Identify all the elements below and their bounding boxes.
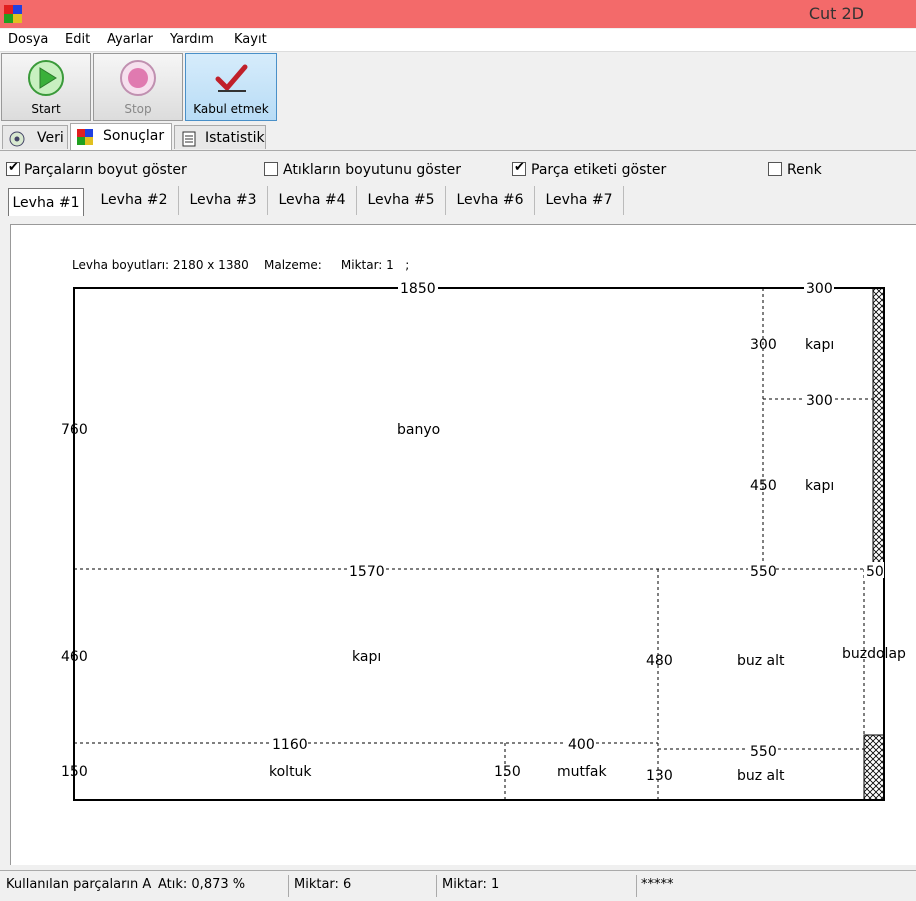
cut-lines [74, 288, 884, 800]
status-bar: Kullanılan parçaların A Atık: 0,873 % Mi… [0, 870, 916, 901]
dim-label: 150 [61, 764, 88, 780]
status-divider [636, 875, 637, 897]
part-label: kapı [805, 478, 834, 494]
dim-label: 1850 [400, 281, 436, 297]
part-label: kapı [805, 337, 834, 353]
part-label: kapı [352, 649, 381, 665]
dim-label: 300 [750, 337, 777, 353]
dim-label: 300 [806, 281, 833, 297]
dimension-labels: 1850 300 300 300 760 450 1570 550 50 460… [61, 280, 884, 784]
status-divider [436, 875, 437, 897]
dim-label: 760 [61, 422, 88, 438]
sheet-outline [73, 287, 885, 801]
dim-label: 1570 [349, 564, 385, 580]
dim-label: 130 [646, 768, 673, 784]
part-label: mutfak [557, 764, 608, 780]
dim-label: 460 [61, 649, 88, 665]
dim-label: 400 [568, 737, 595, 753]
part-label: banyo [397, 422, 440, 438]
dim-label: 550 [750, 564, 777, 580]
dim-label: 1160 [272, 737, 308, 753]
waste-strip-top [872, 287, 885, 569]
dim-label: 300 [806, 393, 833, 409]
dim-label: 50 [866, 564, 884, 580]
waste-strip-bottom [863, 734, 885, 801]
dim-label: 450 [750, 478, 777, 494]
status-stars: ***** [641, 877, 674, 892]
dim-label: 480 [646, 653, 673, 669]
cutting-layout: 1850 300 300 300 760 450 1570 550 50 460… [61, 280, 906, 801]
status-divider [288, 875, 289, 897]
part-label: buz alt [737, 653, 785, 669]
status-used-parts: Kullanılan parçaların A [6, 877, 152, 892]
status-quantity-parts: Miktar: 6 [294, 877, 352, 892]
part-label: koltuk [269, 764, 312, 780]
dim-label: 550 [750, 744, 777, 760]
part-label: buzdolap [842, 646, 906, 662]
part-label: buz alt [737, 768, 785, 784]
status-waste: Atık: 0,873 % [158, 877, 246, 892]
dim-label: 150 [494, 764, 521, 780]
status-quantity-sheets: Miktar: 1 [442, 877, 500, 892]
